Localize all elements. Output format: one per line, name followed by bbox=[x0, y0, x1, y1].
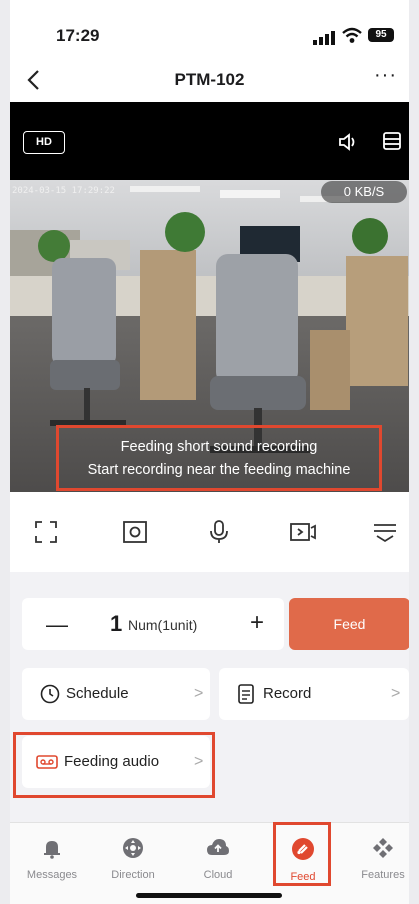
tab-label: Messages bbox=[26, 869, 78, 881]
more-options-button[interactable]: ··· bbox=[374, 64, 397, 87]
chevron-right-icon: > bbox=[194, 685, 204, 702]
caption-line-1: Feeding short sound recording bbox=[120, 439, 318, 455]
microphone-icon[interactable] bbox=[205, 518, 233, 546]
quantity-stepper: — 1 Num(1unit) + bbox=[22, 598, 284, 650]
record-label: Record bbox=[263, 685, 312, 702]
decrease-quantity-button[interactable]: — bbox=[46, 612, 68, 638]
video-timestamp: 2024-03-15 17:29:22 bbox=[12, 186, 115, 196]
record-video-icon[interactable] bbox=[289, 518, 317, 546]
record-button[interactable]: Record > bbox=[219, 668, 409, 720]
tab-features[interactable]: Features bbox=[348, 837, 409, 881]
nav-bar: PTM-102 ··· bbox=[10, 58, 409, 102]
schedule-label: Schedule bbox=[66, 685, 129, 702]
increase-quantity-button[interactable]: + bbox=[250, 609, 264, 637]
battery-indicator: 95 bbox=[368, 28, 394, 42]
more-menu-icon[interactable] bbox=[371, 518, 399, 546]
tab-label: Cloud bbox=[203, 869, 233, 881]
home-indicator bbox=[136, 893, 282, 898]
bell-icon bbox=[44, 841, 60, 859]
clock-icon bbox=[40, 684, 60, 704]
video-player[interactable]: HD 2024-03-15 17:29:22 0 KB/S Feeding sh… bbox=[10, 102, 409, 496]
recording-hint-caption: Feeding short sound recording Start reco… bbox=[56, 425, 382, 491]
quantity-unit: Num(1unit) bbox=[128, 617, 198, 633]
cloud-upload-icon bbox=[207, 839, 229, 855]
direction-pad-icon bbox=[123, 838, 143, 858]
tab-messages[interactable]: Messages bbox=[17, 837, 87, 881]
tab-label: Direction bbox=[111, 869, 155, 881]
tab-label: Features bbox=[361, 869, 405, 881]
caption-line-2: Start recording near the feeding machine bbox=[87, 462, 351, 478]
feed-tab-highlight bbox=[273, 822, 331, 886]
app-screen: 17:29 95 PTM-102 ··· HD 2024-03-15 17:29… bbox=[10, 0, 409, 904]
tab-direction[interactable]: Direction bbox=[98, 837, 168, 881]
wifi-icon bbox=[342, 27, 362, 43]
hd-quality-button[interactable]: HD bbox=[23, 131, 65, 154]
document-icon bbox=[238, 684, 254, 704]
screenshot-icon[interactable] bbox=[121, 518, 149, 546]
bitrate-badge: 0 KB/S bbox=[321, 181, 407, 203]
page-title: PTM-102 bbox=[174, 70, 245, 89]
cellular-signal-icon bbox=[313, 31, 335, 45]
schedule-button[interactable]: Schedule > bbox=[22, 668, 210, 720]
video-toolbar bbox=[10, 492, 409, 572]
status-time: 17:29 bbox=[56, 26, 100, 45]
fullscreen-icon[interactable] bbox=[32, 518, 60, 546]
quantity-value: 1 bbox=[110, 611, 123, 636]
features-icon bbox=[373, 838, 393, 858]
speaker-icon[interactable] bbox=[337, 131, 359, 153]
bottom-tab-bar: Messages Direction Cloud Feed Features bbox=[10, 822, 409, 904]
status-bar: 17:29 95 bbox=[10, 0, 409, 58]
layout-toggle-icon[interactable] bbox=[382, 131, 402, 151]
feed-button[interactable]: Feed bbox=[289, 598, 409, 650]
chevron-right-icon: > bbox=[391, 685, 401, 702]
feed-controls: — 1 Num(1unit) + Feed Schedule > Record … bbox=[10, 572, 409, 822]
feeding-audio-highlight bbox=[13, 732, 215, 798]
tab-cloud[interactable]: Cloud bbox=[183, 837, 253, 881]
